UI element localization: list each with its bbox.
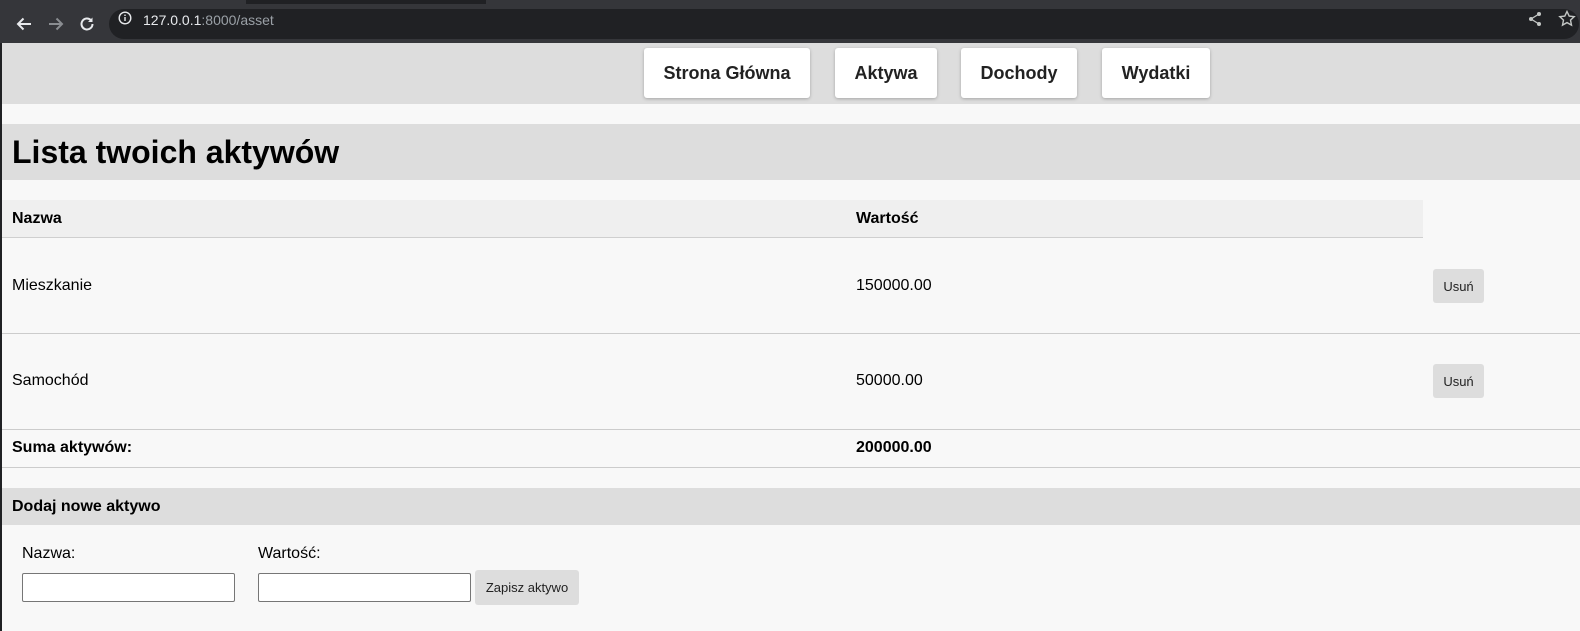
asset-name-cell: Samochód xyxy=(12,372,89,389)
asset-value-input[interactable] xyxy=(258,573,471,602)
nav-link-expenses[interactable]: Wydatki xyxy=(1102,48,1210,98)
asset-value-cell: 50000.00 xyxy=(856,372,923,389)
info-icon[interactable] xyxy=(118,11,132,30)
name-field-label: Nazwa: xyxy=(22,545,76,562)
page-title: Lista twoich aktywów xyxy=(12,134,340,170)
nav-link-assets[interactable]: Aktywa xyxy=(835,48,937,98)
column-header-name: Nazwa xyxy=(12,210,62,227)
total-label: Suma aktywów: xyxy=(12,439,133,456)
asset-name-input[interactable] xyxy=(22,573,235,602)
reload-icon[interactable] xyxy=(76,13,98,35)
nav-link-home[interactable]: Strona Główna xyxy=(644,48,810,98)
address-url[interactable]: 127.0.0.1:8000/asset xyxy=(143,12,274,28)
total-value: 200000.00 xyxy=(856,439,932,456)
value-field-label: Wartość: xyxy=(258,545,321,562)
nav-link-income[interactable]: Dochody xyxy=(961,48,1077,98)
row-divider xyxy=(2,429,1580,430)
page-title-bar: Lista twoich aktywów xyxy=(2,124,1580,180)
row-divider xyxy=(2,333,1580,334)
forward-arrow-icon[interactable] xyxy=(45,13,67,35)
table-header-row xyxy=(2,200,1423,238)
star-icon[interactable] xyxy=(1558,9,1580,33)
add-asset-header: Dodaj nowe aktywo xyxy=(2,488,1580,525)
add-asset-heading: Dodaj nowe aktywo xyxy=(12,498,161,515)
delete-button[interactable]: Usuń xyxy=(1433,364,1484,398)
save-asset-button[interactable]: Zapisz aktywo xyxy=(475,570,579,605)
share-icon[interactable] xyxy=(1527,11,1543,32)
column-header-value: Wartość xyxy=(856,210,919,227)
address-bar[interactable] xyxy=(109,9,1579,39)
asset-value-cell: 150000.00 xyxy=(856,277,932,294)
asset-name-cell: Mieszkanie xyxy=(12,277,93,294)
row-divider xyxy=(2,467,1580,468)
main-navbar: Strona Główna Aktywa Dochody Wydatki xyxy=(2,43,1580,104)
delete-button[interactable]: Usuń xyxy=(1433,269,1484,303)
back-arrow-icon[interactable] xyxy=(13,13,35,35)
